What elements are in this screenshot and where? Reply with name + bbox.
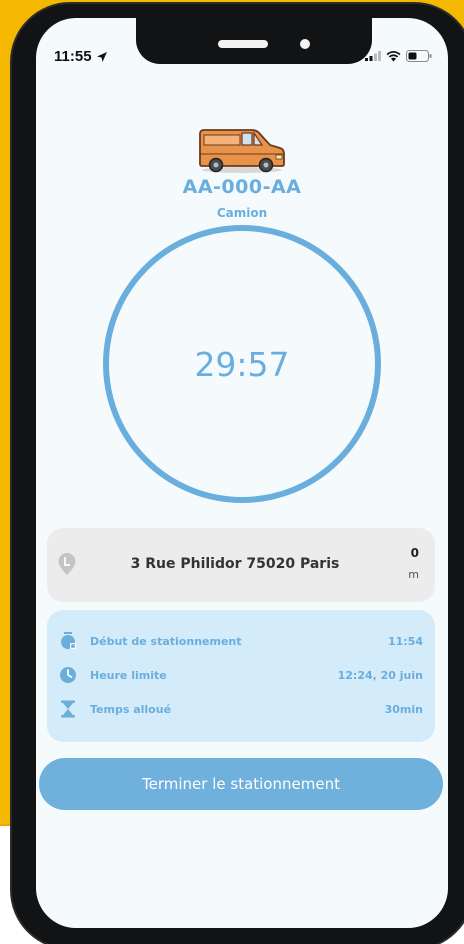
status-bar-time: 11:55	[54, 48, 108, 65]
info-row-start: Début de stationnement 11:54	[59, 630, 423, 652]
countdown-timer: 29:57	[194, 344, 290, 384]
van-icon	[199, 129, 285, 173]
phone-notch	[136, 18, 372, 64]
speaker-grille	[218, 40, 268, 48]
info-label-limit: Heure limite	[90, 668, 167, 682]
hourglass-icon	[61, 700, 75, 718]
status-time-text: 11:55	[54, 48, 92, 65]
info-value-allowed: 30min	[384, 702, 423, 716]
info-row-allowed: Temps alloué 30min	[59, 698, 423, 720]
clock-icon	[60, 667, 76, 683]
end-parking-button[interactable]: Terminer le stationnement	[39, 758, 443, 810]
info-label-allowed: Temps alloué	[90, 702, 172, 716]
front-camera	[300, 39, 310, 49]
license-plate: AA-000-AA	[182, 176, 302, 198]
address-text: 3 Rue Philidor 75020 Paris	[130, 556, 340, 572]
info-value-limit: 12:24, 20 juin	[337, 668, 423, 682]
location-arrow-icon	[96, 51, 107, 62]
wifi-icon	[386, 50, 401, 61]
distance-value: 0	[410, 546, 419, 560]
battery-icon	[406, 50, 432, 62]
map-pin-icon	[58, 553, 76, 575]
phone-frame: 11:55 AA-000-AA Camion 29:57 3 Rue Phili…	[12, 4, 464, 944]
status-bar-indicators	[365, 50, 432, 62]
info-label-start: Début de stationnement	[90, 634, 242, 648]
parking-info-card: Début de stationnement 11:54 Heure limit…	[47, 610, 435, 742]
info-row-limit: Heure limite 12:24, 20 juin	[59, 664, 423, 686]
distance-unit: m	[408, 568, 419, 581]
app-screen: 11:55 AA-000-AA Camion 29:57 3 Rue Phili…	[36, 18, 448, 928]
signal-icon	[365, 51, 381, 61]
stopwatch-icon	[61, 632, 76, 649]
address-card: 3 Rue Philidor 75020 Paris 0 m	[47, 528, 435, 602]
info-value-start: 11:54	[387, 634, 423, 648]
